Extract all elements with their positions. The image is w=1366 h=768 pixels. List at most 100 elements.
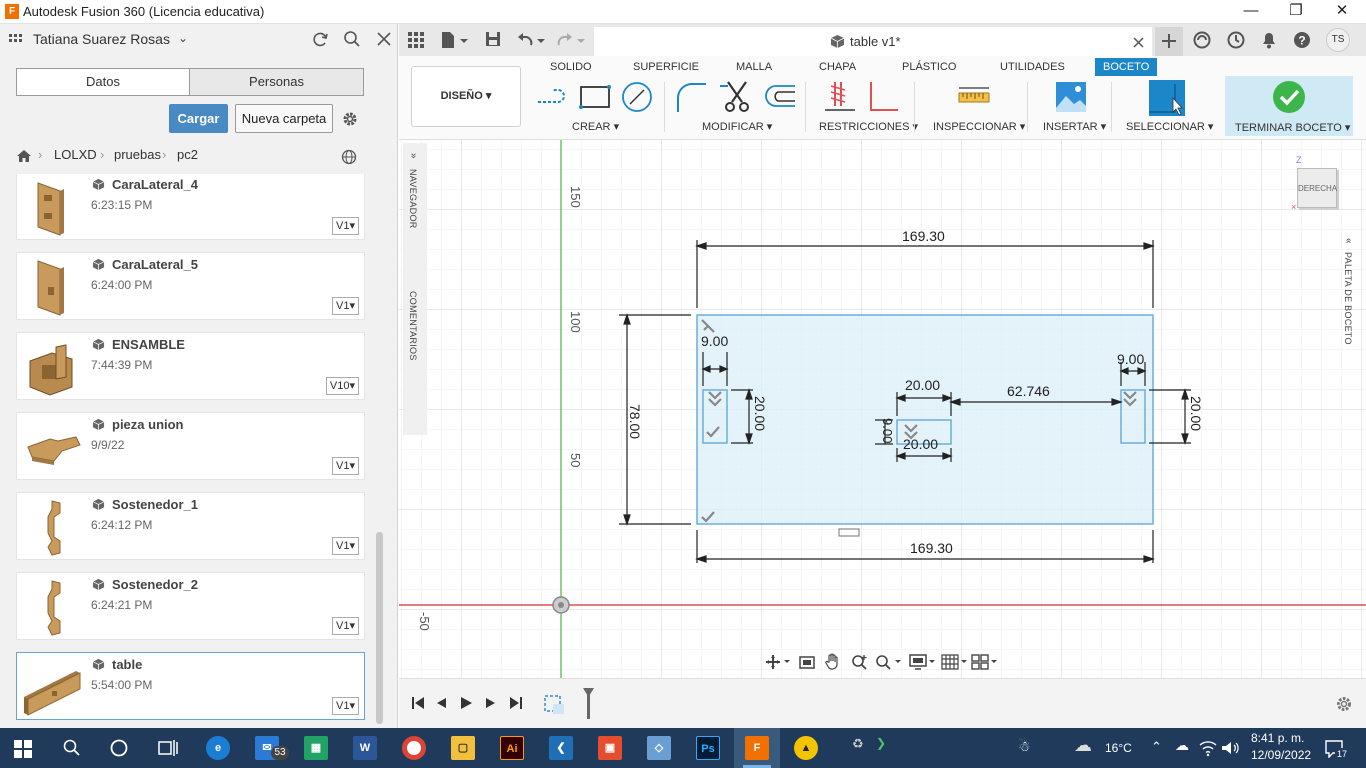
minimize-button[interactable]: — bbox=[1228, 0, 1274, 24]
onedrive-cloud-icon[interactable]: ☁ bbox=[1175, 737, 1189, 754]
dim-slot-center-height[interactable]: 9.00 bbox=[880, 418, 895, 443]
go-to-start-icon[interactable] bbox=[411, 696, 425, 710]
navigator-label[interactable]: NAVEGADOR bbox=[408, 169, 418, 229]
offset-tool-icon[interactable] bbox=[762, 80, 796, 114]
store-icon[interactable]: ▣ bbox=[598, 736, 622, 760]
timeline-marker-head[interactable] bbox=[583, 688, 594, 697]
list-item[interactable]: CaraLateral_4 6:23:15 PM V1▾ bbox=[16, 174, 365, 240]
dim-slot-left-width[interactable]: 9.00 bbox=[701, 333, 728, 349]
dim-width-bottom[interactable]: 169.30 bbox=[910, 540, 953, 556]
breadcrumb-item[interactable]: pruebas bbox=[114, 147, 161, 162]
close-panel-icon[interactable] bbox=[377, 32, 391, 46]
terminal-tray-icon[interactable]: ❯ bbox=[876, 736, 886, 750]
illustrator-icon[interactable]: Ai bbox=[500, 736, 524, 760]
chevron-down-icon[interactable]: ⌄ bbox=[178, 31, 188, 45]
sketch-viewport[interactable]: 150 100 50 -50 169.30 169.30 78.00 9.00 … bbox=[399, 140, 1366, 678]
pan-hand-icon[interactable] bbox=[825, 653, 841, 671]
list-item[interactable]: Sostenedor_2 6:24:21 PM V1▾ bbox=[16, 572, 365, 640]
upload-button[interactable]: Cargar bbox=[169, 104, 228, 133]
user-name[interactable]: Tatiana Suarez Rosas bbox=[33, 31, 170, 47]
look-at-icon[interactable] bbox=[799, 654, 815, 670]
list-item[interactable]: Sostenedor_1 6:24:12 PM V1▾ bbox=[16, 492, 365, 560]
group-seleccionar[interactable]: SELECCIONAR ▾ bbox=[1126, 120, 1213, 133]
rectangle-tool-icon[interactable] bbox=[578, 80, 612, 114]
group-restricciones[interactable]: RESTRICCIONES ▾ bbox=[819, 120, 918, 133]
fillet-tool-icon[interactable] bbox=[675, 80, 709, 114]
sketch-feature-icon[interactable] bbox=[544, 693, 566, 715]
trim-scissors-icon[interactable] bbox=[720, 80, 754, 114]
vscode-icon[interactable]: ❮ bbox=[549, 736, 573, 760]
chrome-icon[interactable] bbox=[402, 736, 426, 760]
version-badge[interactable]: V1▾ bbox=[332, 217, 359, 235]
orbit-move-icon[interactable] bbox=[765, 654, 791, 670]
tab-chapa[interactable]: CHAPA bbox=[819, 58, 856, 76]
list-item[interactable]: CaraLateral_5 6:24:00 PM V1▾ bbox=[16, 252, 365, 320]
tab-solido[interactable]: SOLIDO bbox=[550, 58, 592, 76]
home-icon[interactable] bbox=[16, 149, 32, 163]
dim-slot-center-width[interactable]: 20.00 bbox=[905, 377, 940, 393]
dim-slot-right-width[interactable]: 9.00 bbox=[1117, 351, 1144, 367]
list-item[interactable]: ENSAMBLE 7:44:39 PM V10▾ bbox=[16, 332, 365, 400]
perpendicular-constraint-icon[interactable] bbox=[865, 80, 899, 114]
file-list-scrollbar[interactable] bbox=[376, 532, 383, 724]
fusion360-taskbar-icon[interactable]: F bbox=[745, 736, 769, 760]
dim-slot-distance[interactable]: 62.746 bbox=[1007, 383, 1050, 399]
tab-superficie[interactable]: SUPERFICIE bbox=[633, 58, 699, 76]
undo-icon[interactable] bbox=[517, 31, 547, 49]
refresh-icon[interactable] bbox=[312, 31, 329, 48]
chevron-up-icon[interactable]: ⌃ bbox=[1151, 739, 1162, 755]
dim-slot-center-bottom[interactable]: 20.00 bbox=[903, 436, 938, 452]
tab-boceto[interactable]: BOCETO bbox=[1095, 58, 1158, 76]
volume-icon[interactable] bbox=[1221, 740, 1239, 756]
dim-height[interactable]: 78.00 bbox=[627, 404, 643, 439]
comments-label[interactable]: COMENTARIOS bbox=[408, 291, 418, 361]
save-icon[interactable] bbox=[485, 31, 501, 47]
grid-snap-icon[interactable] bbox=[941, 654, 969, 670]
sketch-canvas[interactable]: 150 100 50 -50 169.30 169.30 78.00 9.00 … bbox=[399, 140, 1366, 678]
settings-gear-icon[interactable] bbox=[1335, 695, 1353, 713]
play-icon[interactable] bbox=[459, 696, 473, 710]
circle-tool-icon[interactable] bbox=[620, 80, 654, 114]
apps-grid-icon[interactable] bbox=[408, 32, 424, 48]
extensions-icon[interactable] bbox=[1193, 31, 1211, 49]
notifications-bell-icon[interactable] bbox=[1260, 30, 1278, 49]
tab-plastico[interactable]: PLÁSTICO bbox=[902, 58, 956, 76]
version-badge[interactable]: V1▾ bbox=[332, 697, 359, 715]
people-icon[interactable]: ☃ bbox=[1018, 738, 1031, 755]
version-badge[interactable]: V1▾ bbox=[332, 297, 359, 315]
file-menu-icon[interactable] bbox=[441, 31, 469, 49]
zoom-icon[interactable] bbox=[851, 654, 869, 670]
clock-time[interactable]: 8:41 p. m. bbox=[1251, 731, 1304, 745]
clock-date[interactable]: 12/09/2022 bbox=[1251, 748, 1311, 762]
new-folder-button[interactable]: Nueva carpeta bbox=[235, 104, 333, 133]
group-crear[interactable]: CREAR ▾ bbox=[572, 120, 619, 133]
globe-icon[interactable] bbox=[341, 149, 357, 165]
tab-utilidades[interactable]: UTILIDADES bbox=[1000, 58, 1065, 76]
go-to-end-icon[interactable] bbox=[509, 696, 523, 710]
apps-grid-icon[interactable] bbox=[9, 34, 23, 46]
redo-icon[interactable] bbox=[557, 31, 587, 49]
expand-icon[interactable]: » bbox=[408, 153, 419, 159]
breadcrumb-item[interactable]: pc2 bbox=[177, 147, 198, 162]
word-icon[interactable]: W bbox=[353, 736, 377, 760]
recycle-tray-icon[interactable]: ♻ bbox=[852, 736, 864, 752]
tab-personas[interactable]: Personas bbox=[190, 69, 363, 95]
edge-browser-icon[interactable]: e bbox=[206, 736, 230, 760]
list-item[interactable]: table 5:54:00 PM V1▾ bbox=[16, 652, 365, 720]
viewports-icon[interactable] bbox=[971, 654, 999, 670]
close-tab-icon[interactable] bbox=[1133, 37, 1144, 48]
version-badge[interactable]: V1▾ bbox=[332, 537, 359, 555]
new-tab-button[interactable] bbox=[1155, 27, 1183, 56]
file-explorer-icon[interactable]: ▢ bbox=[451, 736, 475, 760]
fit-zoom-icon[interactable] bbox=[875, 654, 903, 670]
wifi-icon[interactable] bbox=[1199, 740, 1217, 756]
help-icon[interactable]: ? bbox=[1293, 31, 1311, 49]
step-forward-icon[interactable] bbox=[485, 697, 497, 709]
gear-icon[interactable] bbox=[341, 110, 359, 128]
collapse-icon[interactable]: « bbox=[1343, 238, 1354, 244]
display-settings-icon[interactable] bbox=[909, 654, 937, 670]
photoshop-icon[interactable]: Ps bbox=[696, 736, 720, 760]
group-modificar[interactable]: MODIFICAR ▾ bbox=[702, 120, 772, 133]
cortana-icon[interactable] bbox=[110, 739, 128, 757]
temperature[interactable]: 16°C bbox=[1105, 741, 1132, 755]
